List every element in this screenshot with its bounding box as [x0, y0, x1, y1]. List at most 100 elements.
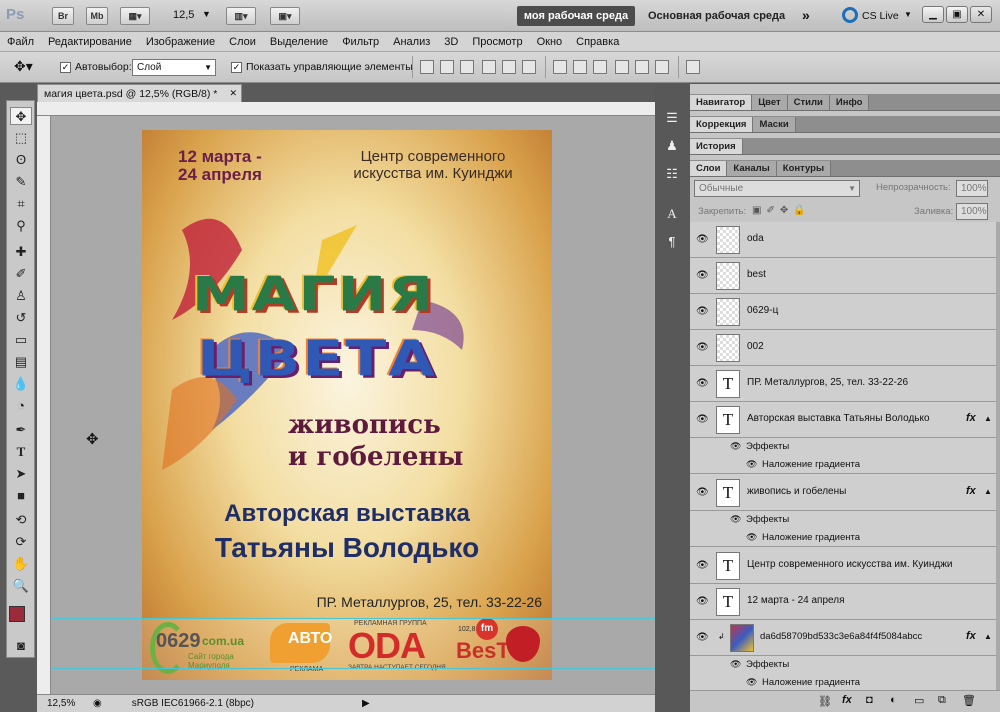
- eye-icon[interactable]: 👁: [696, 306, 709, 317]
- eye-icon[interactable]: 👁: [746, 532, 757, 543]
- brush-tool-icon[interactable]: ✐: [10, 265, 32, 283]
- layer-effects-badge[interactable]: fx: [966, 412, 976, 424]
- menu-help[interactable]: Справка: [569, 36, 626, 48]
- status-info-icon[interactable]: ◉: [93, 698, 102, 709]
- menu-view[interactable]: Просмотр: [465, 36, 529, 48]
- layer-effects-badge[interactable]: fx: [966, 485, 976, 497]
- tab-color[interactable]: Цвет: [752, 95, 788, 110]
- eye-icon[interactable]: 👁: [696, 414, 709, 425]
- align-top-edges-icon[interactable]: [420, 60, 434, 74]
- eraser-tool-icon[interactable]: ▭: [10, 331, 32, 349]
- tab-navigator[interactable]: Навигатор: [690, 95, 753, 110]
- align-left-edges-icon[interactable]: [482, 60, 496, 74]
- tab-paths[interactable]: Контуры: [776, 161, 832, 176]
- healing-brush-tool-icon[interactable]: ✚: [10, 243, 32, 261]
- menu-edit[interactable]: Редактирование: [41, 36, 139, 48]
- zoom-tool-icon[interactable]: 🔍: [10, 577, 32, 595]
- collapse-arrow-icon[interactable]: ▲: [984, 487, 992, 496]
- align-vertical-centers-icon[interactable]: [440, 60, 454, 74]
- quick-selection-tool-icon[interactable]: ✎: [10, 173, 32, 191]
- actions-icon[interactable]: ☷: [662, 164, 682, 184]
- eye-icon[interactable]: 👁: [696, 560, 709, 571]
- blend-mode-select[interactable]: Обычные ▼: [694, 180, 860, 197]
- autoselect-target-select[interactable]: Слой ▼: [132, 59, 216, 76]
- paragraph-icon[interactable]: ¶: [662, 232, 682, 252]
- effects-row[interactable]: 👁 Эффекты: [690, 438, 996, 456]
- path-selection-tool-icon[interactable]: ➤: [10, 465, 32, 483]
- history-brush-tool-icon[interactable]: ↺: [10, 309, 32, 327]
- layer-comps-icon[interactable]: ☰: [662, 108, 682, 128]
- layer-row[interactable]: 👁 T ПР. Металлургов, 25, тел. 33-22-26: [690, 366, 996, 402]
- hand-tool-icon[interactable]: ✋: [10, 555, 32, 573]
- align-bottom-edges-icon[interactable]: [460, 60, 474, 74]
- new-group-icon[interactable]: ▭: [914, 694, 924, 707]
- layer-row[interactable]: 👁 T живопись и гобелены fx ▲: [690, 475, 996, 511]
- close-button[interactable]: ✕: [970, 6, 992, 23]
- bridge-button[interactable]: Br: [52, 7, 74, 25]
- minibridge-button[interactable]: Mb: [86, 7, 108, 25]
- menu-select[interactable]: Выделение: [263, 36, 335, 48]
- workspace-essentials-button[interactable]: Основная рабочая среда: [648, 10, 785, 22]
- menu-image[interactable]: Изображение: [139, 36, 222, 48]
- tab-styles[interactable]: Стили: [787, 95, 830, 110]
- cs-live-button[interactable]: CS Live: [862, 10, 899, 22]
- eye-icon[interactable]: 👁: [730, 659, 741, 670]
- lock-options-icon[interactable]: ▣✐✥🔒: [752, 205, 811, 216]
- distribute-vcenter-icon[interactable]: [573, 60, 587, 74]
- clone-source-icon[interactable]: ♟: [662, 136, 682, 156]
- layer-effects-badge[interactable]: fx: [966, 630, 976, 642]
- tab-masks[interactable]: Маски: [753, 117, 796, 132]
- zoom-status[interactable]: 12,5%: [47, 698, 83, 709]
- marquee-tool-icon[interactable]: ⬚: [10, 129, 32, 147]
- arrange-documents-button[interactable]: ▥▾: [226, 7, 256, 25]
- layer-row[interactable]: 👁 T 12 марта - 24 апреля: [690, 584, 996, 620]
- eye-icon[interactable]: 👁: [730, 441, 741, 452]
- character-icon[interactable]: A: [662, 204, 682, 224]
- foreground-color-swatch[interactable]: [9, 606, 25, 622]
- maximize-button[interactable]: ▣: [946, 6, 968, 23]
- tab-channels[interactable]: Каналы: [727, 161, 777, 176]
- opacity-input[interactable]: 100%: [956, 180, 988, 197]
- distribute-top-icon[interactable]: [553, 60, 567, 74]
- tab-info[interactable]: Инфо: [829, 95, 870, 110]
- close-tab-icon[interactable]: ✕: [229, 88, 237, 99]
- gradient-overlay-row[interactable]: 👁 Наложение градиента: [690, 674, 996, 690]
- lasso-tool-icon[interactable]: ʘ: [10, 151, 32, 169]
- collapse-arrow-icon[interactable]: ▲: [984, 414, 992, 423]
- collapse-arrow-icon[interactable]: ▲: [984, 632, 992, 641]
- poster-canvas[interactable]: 12 марта - 24 апреля Центр современного …: [142, 130, 552, 680]
- eye-icon[interactable]: 👁: [746, 677, 757, 688]
- clone-stamp-tool-icon[interactable]: ♙: [10, 287, 32, 305]
- gradient-tool-icon[interactable]: ▤: [10, 353, 32, 371]
- guide-line[interactable]: [51, 668, 655, 669]
- tab-history[interactable]: История: [690, 139, 743, 154]
- fill-input[interactable]: 100%: [956, 203, 988, 220]
- minimize-button[interactable]: ▁: [922, 6, 944, 23]
- dodge-tool-icon[interactable]: ◔: [10, 397, 32, 415]
- add-layer-style-icon[interactable]: fx: [842, 694, 852, 706]
- menu-window[interactable]: Окно: [530, 36, 570, 48]
- align-right-edges-icon[interactable]: [522, 60, 536, 74]
- move-tool-icon[interactable]: ✥: [10, 107, 32, 125]
- distribute-left-icon[interactable]: [615, 60, 629, 74]
- layer-row[interactable]: 👁 ↲ da6d58709bd533c3e6a84f4f5084abcc fx …: [690, 620, 996, 656]
- layer-row[interactable]: 👁 oda: [690, 222, 996, 258]
- align-horizontal-centers-icon[interactable]: [502, 60, 516, 74]
- move-tool-preset-icon[interactable]: ✥▾: [14, 58, 33, 75]
- blur-tool-icon[interactable]: 💧: [10, 375, 32, 393]
- layer-row[interactable]: 👁 T Центр современного искусства им. Куи…: [690, 548, 996, 584]
- eye-icon[interactable]: 👁: [730, 514, 741, 525]
- menu-analysis[interactable]: Анализ: [386, 36, 437, 48]
- view-extras-button[interactable]: ▦▾: [120, 7, 150, 25]
- effects-row[interactable]: 👁 Эффекты: [690, 511, 996, 529]
- layer-row[interactable]: 👁 002: [690, 330, 996, 366]
- 3d-rotate-tool-icon[interactable]: ⟲: [10, 511, 32, 529]
- rectangle-tool-icon[interactable]: ■: [10, 487, 32, 505]
- screen-mode-button[interactable]: ▣▾: [270, 7, 300, 25]
- delete-layer-icon[interactable]: 🗑: [962, 694, 976, 707]
- menu-layers[interactable]: Слои: [222, 36, 263, 48]
- eye-icon[interactable]: 👁: [746, 459, 757, 470]
- distribute-right-icon[interactable]: [655, 60, 669, 74]
- chevron-down-icon[interactable]: ▼: [202, 9, 211, 19]
- gradient-overlay-row[interactable]: 👁 Наложение градиента: [690, 456, 996, 474]
